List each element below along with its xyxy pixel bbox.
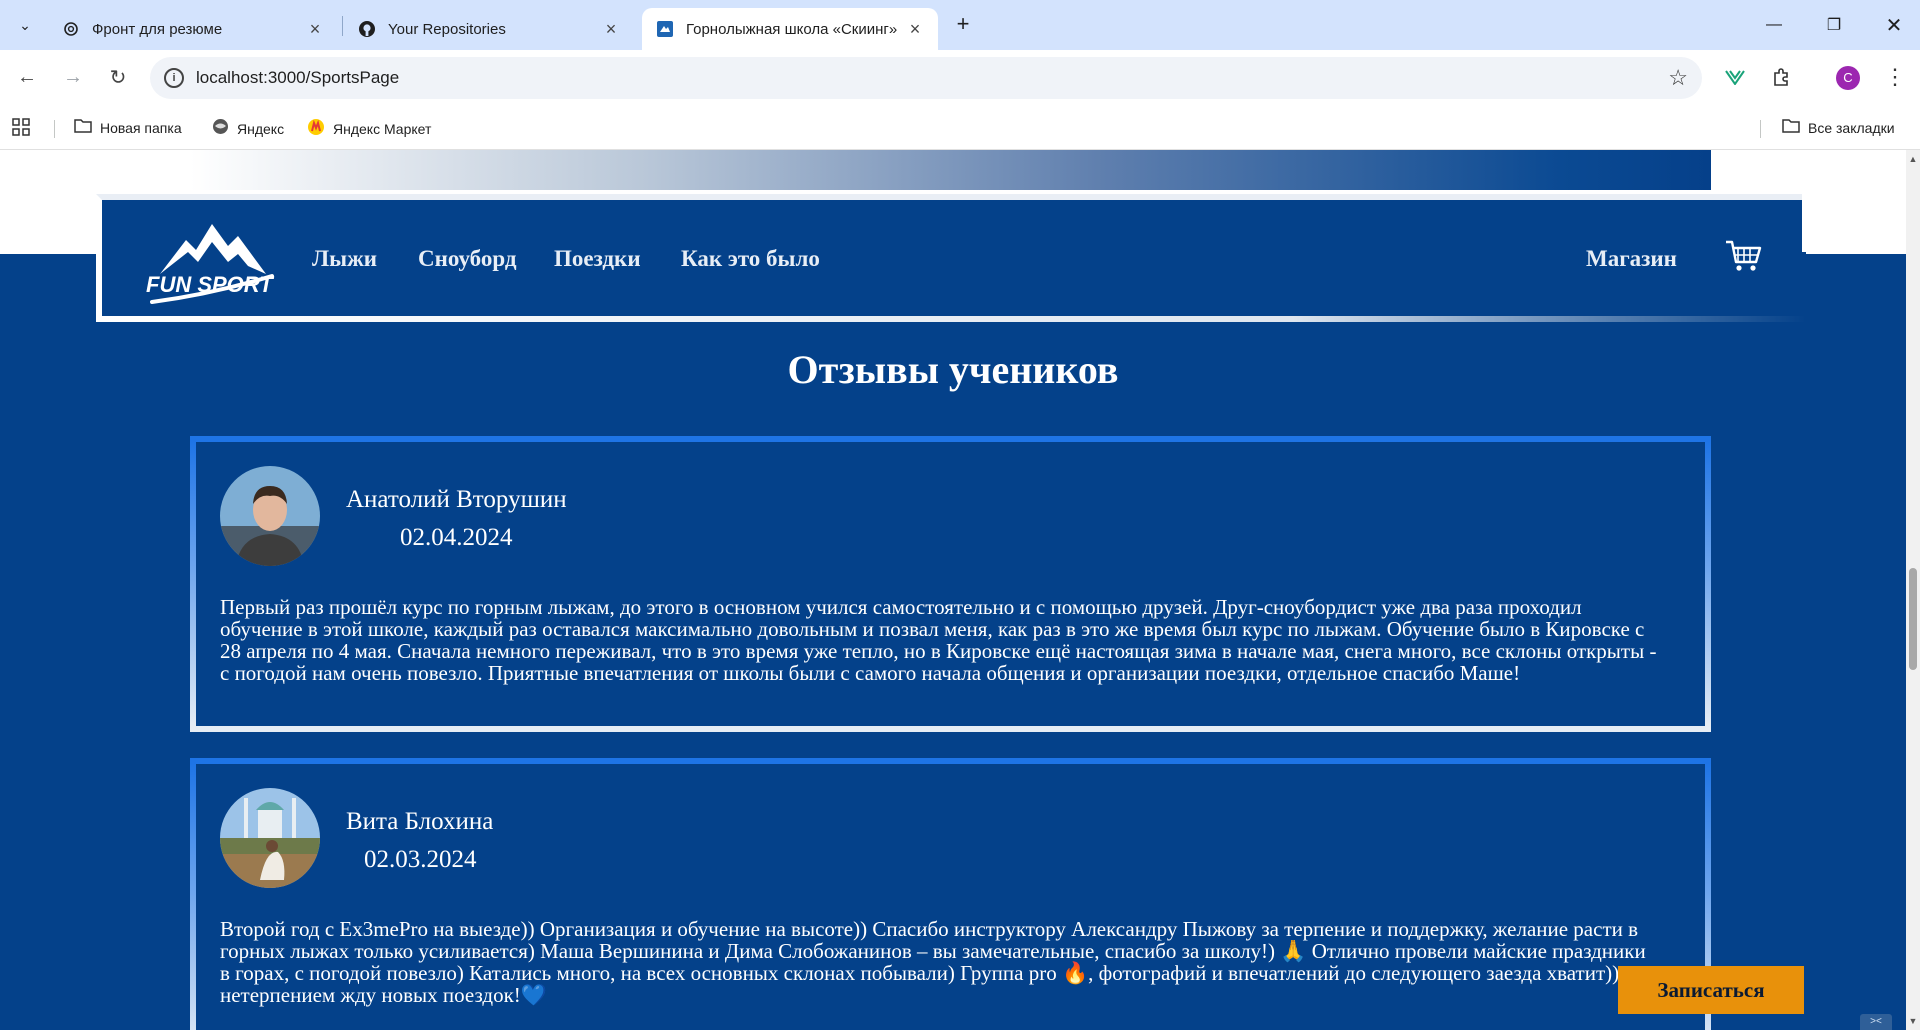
nav-shop[interactable]: Магазин <box>1586 246 1677 272</box>
bookmarks-divider <box>54 120 55 138</box>
site-info-icon[interactable]: i <box>164 68 184 88</box>
minimize-icon[interactable]: — <box>1744 0 1804 50</box>
tab-search-chevron-icon[interactable]: ⌄ <box>10 10 40 40</box>
reviews-section-title: Отзывы учеников <box>787 347 1119 392</box>
nav-snowboard[interactable]: Сноуборд <box>418 246 517 272</box>
tab-ski-school[interactable]: Горнолыжная школа «Скиинг» × <box>642 8 938 50</box>
extensions-puzzle-icon[interactable] <box>1766 62 1796 92</box>
close-tab-icon[interactable]: × <box>602 19 620 40</box>
back-arrow-icon[interactable]: ← <box>12 62 42 92</box>
browser-tabstrip: ⌄ Фронт для резюме × Your Repositories ×… <box>0 0 1920 50</box>
apps-grid-icon[interactable] <box>12 118 30 136</box>
page-viewport: FUN SPORT Лыжи Сноуборд Поездки Как это … <box>0 150 1906 1030</box>
folder-icon <box>74 118 92 137</box>
scroll-up-arrow-icon[interactable]: ▲ <box>1906 154 1920 166</box>
bookmark-label: Яндекс Маркет <box>333 121 432 137</box>
address-bar[interactable]: i localhost:3000/SportsPage ☆ <box>150 57 1702 99</box>
yandex-market-icon <box>307 118 325 140</box>
signup-button[interactable]: Записаться <box>1618 966 1804 1014</box>
review-text: Второй год с Ex3mePro на выезде)) Органи… <box>220 917 1646 1007</box>
forward-arrow-icon[interactable]: → <box>58 62 88 92</box>
fun-sport-logo[interactable]: FUN SPORT <box>142 216 278 308</box>
reviewer-name: Анатолий Вторушин <box>346 486 567 513</box>
all-bookmarks-label: Все закладки <box>1808 119 1895 136</box>
reviewer-avatar <box>220 788 320 888</box>
github-icon <box>358 20 376 38</box>
bookmark-yandex-market[interactable]: Яндекс Маркет <box>307 118 431 140</box>
reload-icon[interactable]: ↻ <box>103 62 133 92</box>
tab-title: Горнолыжная школа «Скиинг» <box>686 20 898 38</box>
new-tab-plus-icon[interactable]: + <box>950 12 976 38</box>
bookmark-star-icon[interactable]: ☆ <box>1668 65 1688 91</box>
reviewer-avatar <box>220 466 320 566</box>
url-text[interactable]: localhost:3000/SportsPage <box>196 68 399 88</box>
cart-icon[interactable] <box>1724 236 1762 274</box>
nav-ski[interactable]: Лыжи <box>312 246 377 272</box>
menu-dots-icon[interactable]: ⋮ <box>1880 62 1910 92</box>
page-scrollbar[interactable]: ▲ ▼ <box>1906 150 1920 1030</box>
nav-trips[interactable]: Поездки <box>554 246 641 272</box>
openai-icon <box>62 20 80 38</box>
hero-gradient-strip <box>190 150 1711 190</box>
restore-icon[interactable]: ❐ <box>1804 0 1864 50</box>
close-tab-icon[interactable]: × <box>306 19 324 40</box>
scroll-down-arrow-icon[interactable]: ▼ <box>1906 1016 1920 1028</box>
review-date: 02.04.2024 <box>400 524 513 551</box>
review-text: Первый раз прошёл курс по горным лыжам, … <box>220 595 1657 685</box>
scrollbar-thumb[interactable] <box>1909 568 1917 670</box>
tab-repositories[interactable]: Your Repositories × <box>344 8 634 50</box>
browser-toolbar: ← → ↻ i localhost:3000/SportsPage ☆ ⋮ <box>0 50 1920 106</box>
tab-title: Фронт для резюме <box>92 20 223 38</box>
review-date: 02.03.2024 <box>364 846 477 873</box>
bookmarks-bar: Новая папка Яндекс Яндекс Маркет Все зак… <box>0 106 1920 150</box>
header-right-border <box>1802 194 1806 252</box>
bookmark-yandex[interactable]: Яндекс <box>212 118 284 139</box>
bookmark-new-folder[interactable]: Новая папка <box>74 118 182 137</box>
review-card: Вита Блохина 02.03.2024 Второй год с Ex3… <box>190 758 1711 1030</box>
review-card: Анатолий Вторушин 02.04.2024 Первый раз … <box>190 436 1711 732</box>
collapse-widget-icon[interactable]: >< <box>1860 1014 1892 1030</box>
site-favicon-icon <box>656 20 674 38</box>
header-bottom-border <box>96 316 1806 322</box>
tab-divider <box>342 16 343 36</box>
site-header: FUN SPORT Лыжи Сноуборд Поездки Как это … <box>96 194 1806 322</box>
close-window-icon[interactable]: ✕ <box>1864 0 1920 50</box>
bookmark-label: Новая папка <box>100 119 182 136</box>
tab-resume[interactable]: Фронт для резюме × <box>48 8 338 50</box>
profile-avatar[interactable]: C <box>1836 66 1860 90</box>
all-bookmarks[interactable]: Все закладки <box>1782 118 1895 137</box>
close-tab-icon[interactable]: × <box>906 19 924 40</box>
extension-vue-icon[interactable] <box>1720 62 1750 92</box>
reviewer-name: Вита Блохина <box>346 808 494 835</box>
bookmarks-divider <box>1760 120 1761 138</box>
folder-icon <box>1782 118 1800 137</box>
tab-title: Your Repositories <box>388 20 506 38</box>
nav-how-it-was[interactable]: Как это было <box>681 246 820 272</box>
bookmark-label: Яндекс <box>237 120 285 137</box>
yandex-globe-icon <box>212 118 229 139</box>
